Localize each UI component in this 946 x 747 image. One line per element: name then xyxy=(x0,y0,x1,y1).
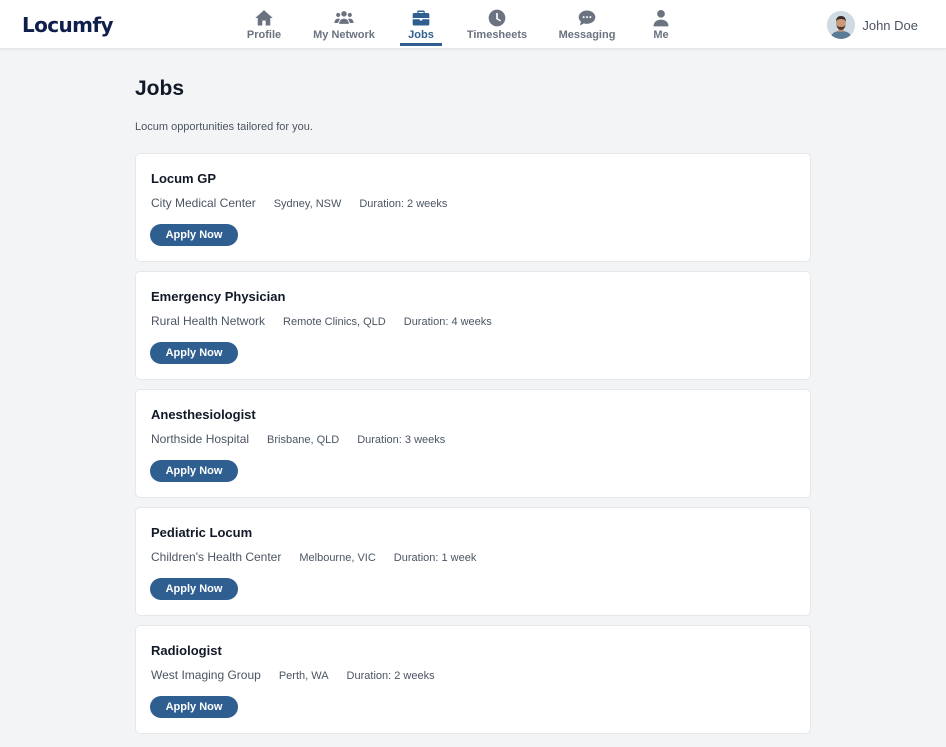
main-content: Jobs Locum opportunities tailored for yo… xyxy=(135,49,811,743)
apply-now-button[interactable]: Apply Now xyxy=(150,578,238,600)
job-meta: City Medical Center Sydney, NSW Duration… xyxy=(151,196,795,212)
clock-icon xyxy=(488,9,506,27)
nav-item-me[interactable]: Me xyxy=(651,0,671,46)
job-company: West Imaging Group xyxy=(151,668,261,682)
nav-item-timesheets[interactable]: Timesheets xyxy=(466,0,528,46)
job-company: Rural Health Network xyxy=(151,314,266,328)
job-location: Melbourne, VIC xyxy=(299,552,376,564)
job-card: Anesthesiologist Northside Hospital Bris… xyxy=(135,389,811,498)
job-title: Anesthesiologist xyxy=(151,407,256,422)
nav-label: Timesheets xyxy=(466,29,528,41)
top-navigation-bar: Locumfy Profile My Network Jobs Timeshee… xyxy=(0,0,946,49)
job-duration: Duration: 4 weeks xyxy=(403,316,492,328)
job-company: Children's Health Center xyxy=(151,550,282,564)
job-card: Pediatric Locum Children's Health Center… xyxy=(135,507,811,616)
nav-item-my-network[interactable]: My Network xyxy=(313,0,375,46)
job-card: Emergency Physician Rural Health Network… xyxy=(135,271,811,380)
job-duration: Duration: 1 week xyxy=(393,552,477,564)
app-logo[interactable]: Locumfy xyxy=(22,13,114,37)
job-meta: Northside Hospital Brisbane, QLD Duratio… xyxy=(151,432,795,448)
nav-label: Jobs xyxy=(408,29,434,41)
nav-item-profile[interactable]: Profile xyxy=(246,0,282,46)
apply-now-button[interactable]: Apply Now xyxy=(150,460,238,482)
job-title: Emergency Physician xyxy=(151,289,286,304)
job-location: Brisbane, QLD xyxy=(267,434,340,446)
job-location: Perth, WA xyxy=(278,670,329,682)
nav-item-messaging[interactable]: Messaging xyxy=(558,0,616,46)
page-title: Jobs xyxy=(135,77,185,100)
job-title: Locum GP xyxy=(151,171,217,186)
apply-now-button[interactable]: Apply Now xyxy=(150,342,238,364)
nav-label: Messaging xyxy=(558,29,616,41)
home-icon xyxy=(255,10,273,26)
job-card: Radiologist West Imaging Group Perth, WA… xyxy=(135,625,811,734)
job-meta: West Imaging Group Perth, WA Duration: 2… xyxy=(151,668,795,684)
user-avatar-icon xyxy=(827,11,856,39)
user-name[interactable]: John Doe xyxy=(862,18,918,33)
job-location: Remote Clinics, QLD xyxy=(283,316,386,328)
job-duration: Duration: 2 weeks xyxy=(359,198,448,210)
page-subtitle: Locum opportunities tailored for you. xyxy=(135,121,313,133)
job-meta: Children's Health Center Melbourne, VIC … xyxy=(151,550,795,566)
job-meta: Rural Health Network Remote Clinics, QLD… xyxy=(151,314,795,330)
nav-label: Profile xyxy=(246,29,282,41)
job-company: City Medical Center xyxy=(151,196,256,210)
people-icon xyxy=(334,11,354,24)
job-title: Radiologist xyxy=(151,643,222,658)
nav-label: Me xyxy=(653,29,669,41)
job-title: Pediatric Locum xyxy=(151,525,253,540)
chat-icon xyxy=(578,10,596,26)
avatar[interactable] xyxy=(827,11,856,39)
job-list: Locum GP City Medical Center Sydney, NSW… xyxy=(135,153,811,734)
job-card: Locum GP City Medical Center Sydney, NSW… xyxy=(135,153,811,262)
nav-label: My Network xyxy=(313,29,375,41)
job-location: Sydney, NSW xyxy=(273,198,342,210)
apply-now-button[interactable]: Apply Now xyxy=(150,696,238,718)
job-duration: Duration: 2 weeks xyxy=(346,670,435,682)
person-icon xyxy=(653,10,669,27)
job-company: Northside Hospital xyxy=(151,432,250,446)
apply-now-button[interactable]: Apply Now xyxy=(150,224,238,246)
nav-item-jobs[interactable]: Jobs xyxy=(400,0,442,46)
job-duration: Duration: 3 weeks xyxy=(357,434,446,446)
briefcase-icon xyxy=(412,10,430,26)
user-menu[interactable]: John Doe xyxy=(827,10,918,40)
